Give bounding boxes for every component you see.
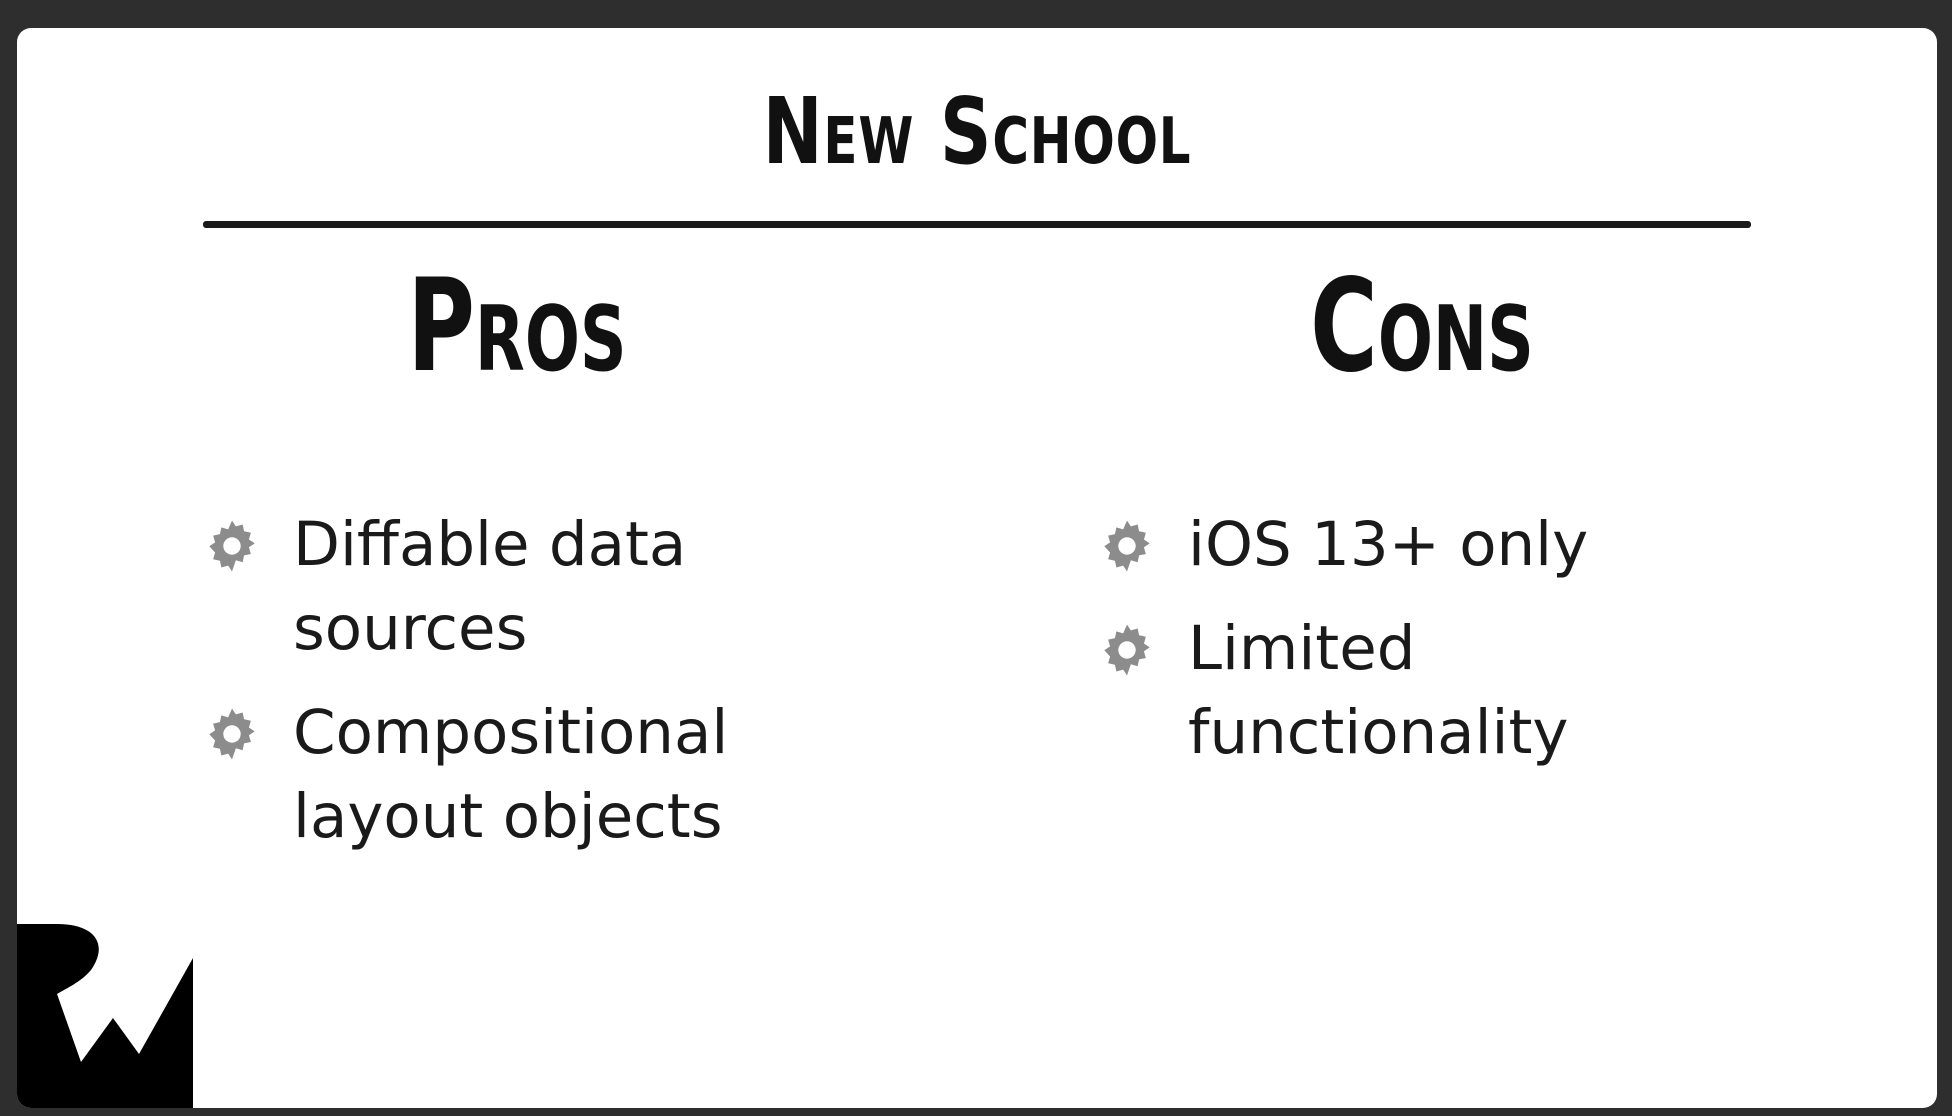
cons-heading: Cons xyxy=(1310,252,1534,401)
list-item: iOS 13+ only xyxy=(1098,503,1798,587)
gear-icon xyxy=(209,520,255,572)
list-item: Limited functionality xyxy=(1098,607,1798,775)
pros-list: Diffable data sources Compositional layo… xyxy=(203,503,903,879)
list-item: Diffable data sources xyxy=(203,503,903,671)
gear-icon xyxy=(1104,520,1150,572)
bullet-text: Limited functionality xyxy=(1188,613,1569,768)
pros-heading: Pros xyxy=(407,252,627,401)
bullet-text: iOS 13+ only xyxy=(1188,509,1589,580)
list-item: Compositional layout objects xyxy=(203,691,903,859)
presentation-slide: New School Pros Cons Diffable data sourc… xyxy=(17,28,1937,1108)
bullet-text: Diffable data sources xyxy=(293,509,687,664)
raywenderlich-logo-icon xyxy=(17,924,193,1108)
gear-icon xyxy=(1104,624,1150,676)
title-divider xyxy=(203,221,1751,228)
bullet-text: Compositional layout objects xyxy=(293,697,729,852)
gear-icon xyxy=(209,708,255,760)
cons-list: iOS 13+ only Limited functionality xyxy=(1098,503,1798,795)
slide-title: New School xyxy=(762,78,1192,185)
